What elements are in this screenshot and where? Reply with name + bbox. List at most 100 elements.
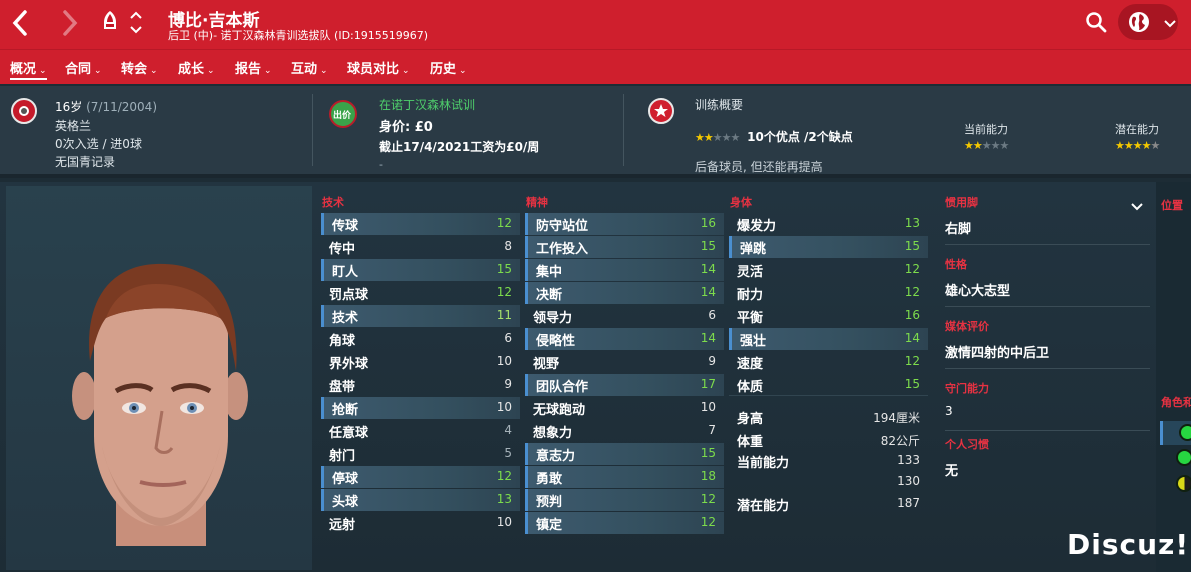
attribute-row[interactable]: 意志力 15 <box>525 443 724 465</box>
attribute-label: 角球 <box>329 334 356 349</box>
attribute-row[interactable]: 强壮 14 <box>729 328 928 350</box>
attribute-row[interactable]: 平衡 16 <box>729 305 928 327</box>
tab-reports[interactable]: 报告 ⌄ <box>235 58 272 80</box>
divider <box>945 430 1150 431</box>
tab-transfer[interactable]: 转会 ⌄ <box>121 58 158 80</box>
player-switch-chevrons-icon[interactable] <box>129 8 143 38</box>
attribute-row[interactable]: 无球跑动 10 <box>525 397 724 419</box>
attribute-label: 弹跳 <box>740 242 767 257</box>
attribute-row[interactable]: 灵活 12 <box>729 259 928 281</box>
attribute-row[interactable]: 罚点球 12 <box>321 282 520 304</box>
current-ability-text: 当前能力 <box>737 456 790 471</box>
attribute-row[interactable]: 技术 11 <box>321 305 520 327</box>
forward-arrow-icon[interactable] <box>60 8 88 40</box>
attribute-row[interactable]: 爆发力 13 <box>729 213 928 235</box>
media-heading: 媒体评价 <box>945 320 989 333</box>
player-subtitle[interactable]: 后卫 (中)- 诺丁汉森林青训选拔队 (ID:1915519967) <box>168 27 428 43</box>
attribute-row[interactable]: 镇定 12 <box>525 512 724 534</box>
attribute-row[interactable]: 侵略性 14 <box>525 328 724 350</box>
trial-status[interactable]: 在诺丁汉森林试训 <box>379 96 475 113</box>
star-empty-icon: ★ <box>1150 139 1160 152</box>
collapse-chevron-icon[interactable] <box>1130 198 1144 211</box>
attribute-row[interactable]: 盘带 9 <box>321 374 520 396</box>
watermark-text: Discuz! <box>1067 528 1190 561</box>
bid-badge[interactable]: 出价 <box>329 100 357 128</box>
attribute-row[interactable]: 体质 15 <box>729 374 928 396</box>
search-icon[interactable] <box>1085 11 1107 33</box>
attribute-row[interactable]: 抢断 10 <box>321 397 520 419</box>
globe-menu-button[interactable] <box>1118 4 1178 40</box>
attribute-value: 14 <box>700 331 716 345</box>
attribute-label: 灵活 <box>737 265 764 280</box>
tab-label: 互动 <box>291 62 318 77</box>
training-note: 后备球员, 但还能再提高 <box>695 160 823 174</box>
media-section: 媒体评价 激情四射的中后卫 <box>945 318 1150 361</box>
tab-history[interactable]: 历史 ⌄ <box>430 58 467 80</box>
weight-label: 体重 <box>737 435 764 450</box>
divider <box>945 368 1150 369</box>
attribute-row[interactable]: 预判 12 <box>525 489 724 511</box>
attribute-row[interactable]: 任意球 4 <box>321 420 520 442</box>
attribute-value: 12 <box>496 469 512 483</box>
attribute-row[interactable]: 界外球 10 <box>321 351 520 373</box>
current-ability-value: 133 <box>897 453 920 467</box>
attribute-row[interactable]: 领导力 6 <box>525 305 724 327</box>
attribute-row[interactable]: 远射 10 <box>321 512 520 534</box>
attribute-row[interactable]: 停球 12 <box>321 466 520 488</box>
preferred-foot-section: 惯用脚 右脚 <box>945 194 1150 237</box>
current-ability-stars: ★★★★★ <box>964 138 1009 152</box>
attribute-label: 头球 <box>332 495 359 510</box>
attribute-value: 17 <box>700 377 716 391</box>
club-crest-icon[interactable] <box>101 10 119 34</box>
attribute-row[interactable]: 头球 13 <box>321 489 520 511</box>
attribute-value: 15 <box>700 239 716 253</box>
attribute-row[interactable]: 视野 9 <box>525 351 724 373</box>
attribute-row[interactable]: 传球 12 <box>321 213 520 235</box>
current-ability-alt-row: 130 <box>729 471 928 493</box>
attribute-value: 10 <box>700 400 716 414</box>
role-rating-icon[interactable] <box>1176 449 1191 466</box>
physical-heading: 身体 <box>730 196 752 209</box>
star-empty-icon: ★★★ <box>712 131 741 144</box>
weight-row: 体重 82公斤 <box>729 429 928 451</box>
tab-label: 转会 <box>121 62 148 77</box>
attribute-value: 15 <box>496 262 512 276</box>
nationality[interactable]: 英格兰 <box>55 117 91 134</box>
attribute-row[interactable]: 角球 6 <box>321 328 520 350</box>
attribute-label: 预判 <box>536 495 563 510</box>
attribute-row[interactable]: 传中 8 <box>321 236 520 258</box>
divider <box>945 306 1150 307</box>
attribute-row[interactable]: 决断 14 <box>525 282 724 304</box>
attribute-row[interactable]: 防守站位 16 <box>525 213 724 235</box>
attribute-row[interactable]: 耐力 12 <box>729 282 928 304</box>
attribute-row[interactable]: 集中 14 <box>525 259 724 281</box>
back-arrow-icon[interactable] <box>10 8 38 40</box>
role-row-selected[interactable] <box>1160 421 1191 445</box>
tab-compare[interactable]: 球员对比 ⌄ <box>347 58 410 80</box>
habits-heading: 个人习惯 <box>945 438 989 451</box>
tab-development[interactable]: 成长 ⌄ <box>178 58 215 80</box>
mental-heading: 精神 <box>526 196 548 209</box>
attribute-row[interactable]: 速度 12 <box>729 351 928 373</box>
attribute-value: 4 <box>504 423 512 437</box>
attribute-row[interactable]: 想象力 7 <box>525 420 724 442</box>
attribute-label: 领导力 <box>533 311 573 326</box>
tab-overview[interactable]: 概况 ⌄ <box>10 58 47 80</box>
tab-interaction[interactable]: 互动 ⌄ <box>291 58 328 80</box>
attribute-label: 抢断 <box>332 403 359 418</box>
attribute-row[interactable]: 团队合作 17 <box>525 374 724 396</box>
role-rating-half-icon[interactable] <box>1176 475 1191 492</box>
attribute-value: 12 <box>904 285 920 299</box>
attribute-row[interactable]: 勇敢 18 <box>525 466 724 488</box>
contract-info: 截止17/4/2021工资为£0/周 <box>379 140 540 154</box>
value-card: 出价 在诺丁汉森林试训 身价: £0 截止17/4/2021工资为£0/周 - <box>313 86 624 174</box>
tab-label: 球员对比 <box>347 62 400 77</box>
attribute-row[interactable]: 射门 5 <box>321 443 520 465</box>
tab-contract[interactable]: 合同 ⌄ <box>65 58 102 80</box>
attribute-row[interactable]: 盯人 15 <box>321 259 520 281</box>
attribute-row[interactable]: 工作投入 15 <box>525 236 724 258</box>
position-heading[interactable]: 位置 <box>1161 197 1183 213</box>
position-panel: 位置 角色和 <box>1156 182 1191 572</box>
attribute-row[interactable]: 弹跳 15 <box>729 236 928 258</box>
chevron-down-icon: ⌄ <box>459 66 467 76</box>
